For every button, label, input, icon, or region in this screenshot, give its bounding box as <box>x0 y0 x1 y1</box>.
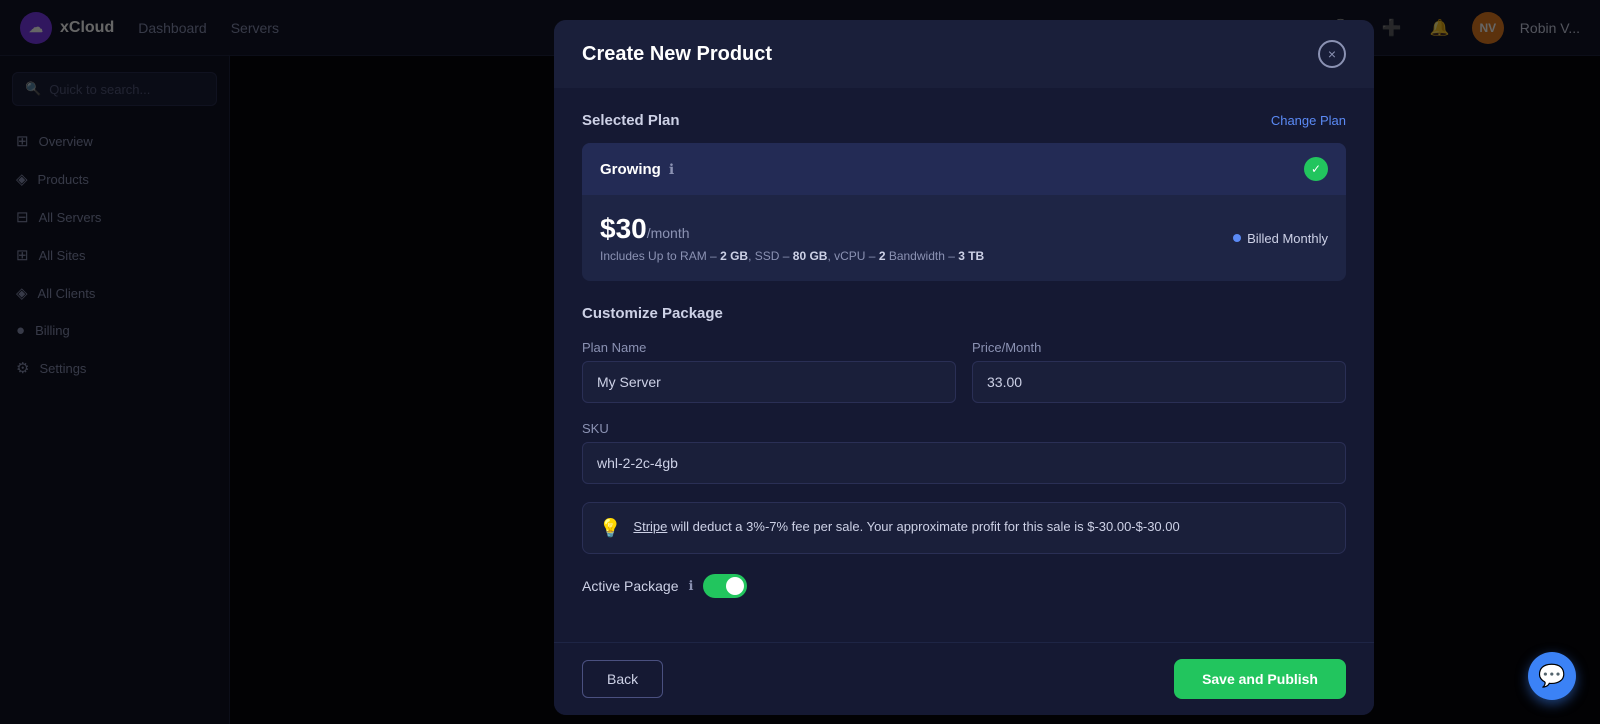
close-button[interactable]: × <box>1318 40 1346 68</box>
stripe-link[interactable]: Stripe <box>633 519 667 534</box>
save-publish-button[interactable]: Save and Publish <box>1174 659 1346 699</box>
plan-info-icon: ℹ <box>669 161 674 178</box>
modal-title: Create New Product <box>582 43 772 66</box>
info-notice-text: Stripe will deduct a 3%-7% fee per sale.… <box>633 517 1179 537</box>
plan-name-price-row: Plan Name Price/Month <box>582 340 1346 403</box>
plan-name-row: Growing ℹ <box>600 161 674 178</box>
sku-label: SKU <box>582 421 1346 436</box>
price-month-input[interactable] <box>972 361 1346 403</box>
active-package-label: Active Package <box>582 578 679 594</box>
back-button[interactable]: Back <box>582 660 663 698</box>
active-package-row: Active Package ℹ <box>582 574 1346 598</box>
billing-badge: Billed Monthly <box>1233 231 1328 246</box>
plan-name: Growing <box>600 161 661 178</box>
price-month-group: Price/Month <box>972 340 1346 403</box>
plan-name-input[interactable] <box>582 361 956 403</box>
customize-title: Customize Package <box>582 305 1346 322</box>
chat-button[interactable]: 💬 <box>1528 652 1576 700</box>
plan-price-row: $30/month <box>600 213 984 245</box>
modal-body: Selected Plan Change Plan Growing ℹ ✓ $3… <box>554 88 1374 642</box>
info-notice: 💡 Stripe will deduct a 3%-7% fee per sal… <box>582 502 1346 554</box>
plan-card-header: Growing ℹ ✓ <box>582 143 1346 195</box>
create-product-modal: Create New Product × Selected Plan Chang… <box>554 20 1374 715</box>
toggle-knob <box>726 577 744 595</box>
plan-name-label: Plan Name <box>582 340 956 355</box>
plan-price: $30 <box>600 213 647 244</box>
price-month-label: Price/Month <box>972 340 1346 355</box>
change-plan-link[interactable]: Change Plan <box>1271 113 1346 128</box>
plan-price-block: $30/month Includes Up to RAM – 2 GB, SSD… <box>600 213 984 263</box>
billing-label: Billed Monthly <box>1247 231 1328 246</box>
active-package-toggle[interactable] <box>703 574 747 598</box>
plan-card: Growing ℹ ✓ $30/month Includes Up to RAM… <box>582 143 1346 281</box>
selected-plan-header: Selected Plan Change Plan <box>582 112 1346 129</box>
plan-name-group: Plan Name <box>582 340 956 403</box>
modal-header: Create New Product × <box>554 20 1374 88</box>
plan-card-body: $30/month Includes Up to RAM – 2 GB, SSD… <box>582 195 1346 281</box>
selected-plan-title: Selected Plan <box>582 112 680 129</box>
modal-footer: Back Save and Publish <box>554 642 1374 715</box>
billing-dot <box>1233 234 1241 242</box>
sku-group: SKU <box>582 421 1346 484</box>
active-info-icon: ℹ <box>689 578 694 594</box>
lightbulb-icon: 💡 <box>599 518 621 539</box>
plan-check-icon: ✓ <box>1304 157 1328 181</box>
sku-input[interactable] <box>582 442 1346 484</box>
plan-price-period: /month <box>647 225 690 241</box>
plan-specs: Includes Up to RAM – 2 GB, SSD – 80 GB, … <box>600 249 984 263</box>
